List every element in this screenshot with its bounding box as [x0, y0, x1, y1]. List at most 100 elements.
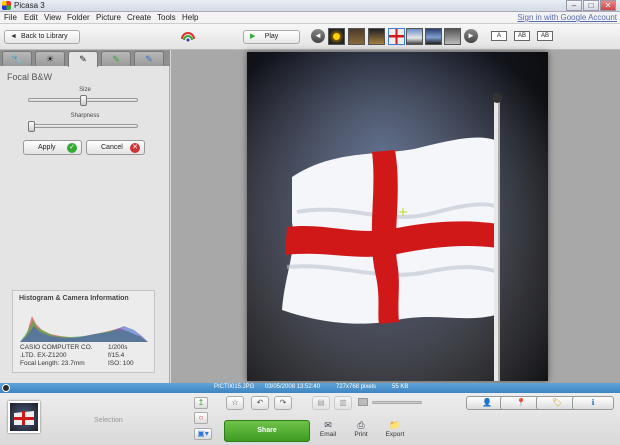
- cancel-x-icon: ✕: [130, 143, 140, 153]
- camera-make: CASIO COMPUTER CO.: [20, 344, 93, 351]
- print-button[interactable]: ⎙ Print: [346, 420, 376, 438]
- filmstrip-thumbnail-selected[interactable]: [388, 28, 405, 45]
- rotate-right-icon: ↷: [280, 398, 287, 407]
- previous-photo-button[interactable]: ◄: [311, 29, 325, 43]
- filmstrip-icon: ▥: [339, 398, 347, 407]
- zoom-thumbnail-icon: [358, 398, 368, 406]
- tab-effects[interactable]: ✎: [68, 51, 98, 67]
- paintbrush-green-icon: ✎: [112, 54, 120, 64]
- cancel-button[interactable]: Cancel ✕: [86, 140, 145, 155]
- size-slider-label: Size: [15, 87, 155, 93]
- apply-button[interactable]: Apply ✓: [23, 140, 82, 155]
- info-icon: ℹ: [591, 398, 594, 407]
- selection-label: Selection: [94, 417, 123, 424]
- picasa-logo-icon: [2, 1, 11, 10]
- menu-edit[interactable]: Edit: [24, 13, 38, 22]
- view-mode-button[interactable]: ▤: [312, 396, 330, 410]
- paintbrush-blue-icon: ✎: [145, 54, 153, 64]
- play-icon: ▶: [250, 31, 255, 43]
- rotate-left-button[interactable]: ↶: [251, 396, 269, 410]
- menu-view[interactable]: View: [44, 13, 61, 22]
- sharpness-slider-label: Sharpness: [15, 113, 155, 119]
- filmstrip-thumbnail[interactable]: [425, 28, 442, 45]
- back-to-library-button[interactable]: ◄ Back to Library: [4, 30, 80, 44]
- photo-info-bar: PICT0015.JPG 03/05/2008 13:52:40 727x768…: [0, 383, 620, 393]
- share-button[interactable]: Share: [224, 420, 310, 442]
- filmstrip-thumbnail[interactable]: [406, 28, 423, 45]
- menu-help[interactable]: Help: [182, 13, 198, 22]
- clear-circle-icon: ○: [199, 413, 204, 422]
- menu-create[interactable]: Create: [127, 13, 151, 22]
- tab-extra-effects[interactable]: ✎: [134, 51, 164, 66]
- zoom-slider[interactable]: [372, 401, 422, 404]
- sign-in-link[interactable]: Sign in with Google Account: [517, 13, 617, 22]
- view-mode-button[interactable]: ▥: [334, 396, 352, 410]
- map-pin-icon: 📍: [516, 398, 526, 407]
- aperture: f/15.4: [108, 352, 124, 359]
- filmstrip-thumbnail[interactable]: [368, 28, 385, 45]
- camera-model: .LTD. EX-Z1200: [20, 352, 66, 359]
- grid-icon: ▤: [317, 398, 325, 407]
- menu-tools[interactable]: Tools: [157, 13, 176, 22]
- title-bar: Picasa 3 – □ ✕: [0, 0, 620, 12]
- arrow-left-icon: ◄: [10, 31, 17, 43]
- email-label: Email: [320, 431, 336, 438]
- rotate-color-icon[interactable]: [180, 30, 196, 44]
- rotate-right-button[interactable]: ↷: [274, 396, 292, 410]
- clear-button[interactable]: ○: [194, 412, 208, 424]
- sharpness-slider-knob[interactable]: [28, 121, 35, 132]
- pin-green-icon: ↥: [198, 398, 205, 407]
- maximize-button[interactable]: □: [583, 0, 599, 11]
- text-size-small-button[interactable]: A: [491, 31, 507, 41]
- star-icon: ☆: [231, 398, 238, 407]
- photo-datetime: 03/05/2008 13:52:40: [265, 384, 320, 390]
- menu-folder[interactable]: Folder: [67, 13, 90, 22]
- iso: ISO: 100: [108, 360, 134, 367]
- email-button[interactable]: ✉ Email: [313, 420, 343, 438]
- caption-toggle-icon[interactable]: [2, 384, 10, 392]
- menu-picture[interactable]: Picture: [96, 13, 121, 22]
- text-size-medium-button[interactable]: AB: [514, 31, 530, 41]
- export-folder-icon: 📁: [380, 420, 410, 431]
- tray-thumbnail[interactable]: [8, 401, 40, 433]
- play-label: Play: [265, 33, 279, 40]
- export-button[interactable]: 📁 Export: [380, 420, 410, 438]
- checkmark-icon: ✓: [67, 143, 77, 153]
- add-to-album-button[interactable]: ▣▾: [194, 428, 212, 440]
- histogram-graph: [20, 306, 148, 342]
- shutter-speed: 1/200s: [108, 344, 128, 351]
- flag-photo-illustration: [247, 52, 548, 381]
- properties-button[interactable]: ℹ: [572, 396, 614, 410]
- album-dropdown-icon: ▣▾: [197, 429, 209, 438]
- tag-icon: 🏷: [552, 398, 562, 407]
- printer-icon: ⎙: [346, 420, 376, 431]
- envelope-icon: ✉: [313, 420, 343, 431]
- tab-basic-fixes[interactable]: 🔧: [2, 51, 32, 66]
- hold-button[interactable]: ↥: [194, 397, 208, 409]
- star-button[interactable]: ☆: [226, 396, 244, 410]
- tab-more-effects[interactable]: ✎: [101, 51, 131, 66]
- export-label: Export: [386, 431, 405, 438]
- filmstrip-thumbnail[interactable]: [348, 28, 365, 45]
- menu-file[interactable]: File: [4, 13, 17, 22]
- next-photo-button[interactable]: ►: [464, 29, 478, 43]
- tab-tuning[interactable]: ☀: [35, 51, 65, 66]
- sharpness-slider-track[interactable]: [28, 124, 138, 128]
- size-slider-knob[interactable]: [80, 95, 87, 106]
- text-size-large-button[interactable]: AB: [537, 31, 553, 41]
- menu-bar: File Edit View Folder Picture Create Too…: [0, 12, 620, 24]
- photo-filesize: 55 KB: [392, 384, 408, 390]
- photo[interactable]: [247, 52, 548, 381]
- back-to-library-label: Back to Library: [21, 33, 68, 40]
- brush-icon: ✎: [79, 54, 87, 64]
- rotate-left-icon: ↶: [257, 398, 264, 407]
- minimize-button[interactable]: –: [566, 0, 582, 11]
- arrow-left-icon: ◄: [314, 31, 322, 40]
- histogram-title: Histogram & Camera Information: [19, 295, 129, 302]
- wrench-icon: 🔧: [11, 54, 22, 64]
- close-button[interactable]: ✕: [600, 0, 616, 11]
- photo-dimensions: 727x768 pixels: [336, 384, 376, 390]
- filmstrip-thumbnail[interactable]: [328, 28, 345, 45]
- play-button[interactable]: ▶ Play: [243, 30, 300, 44]
- filmstrip-thumbnail[interactable]: [444, 28, 461, 45]
